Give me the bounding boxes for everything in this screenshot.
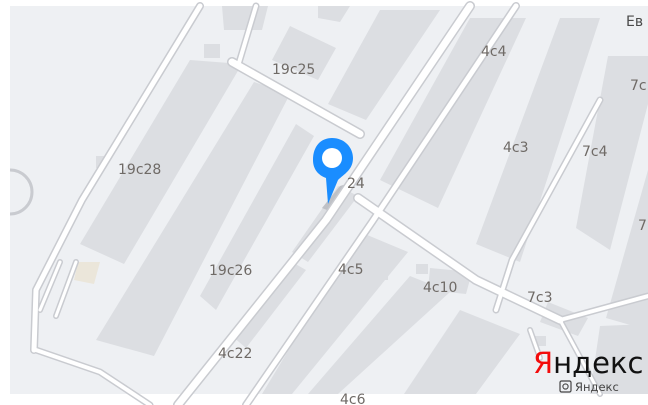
- label-4c4: 4с4: [481, 44, 507, 60]
- label-7c3: 7с3: [527, 290, 553, 306]
- label-19c28: 19с28: [118, 162, 161, 178]
- label-19c26: 19с26: [209, 263, 252, 279]
- label-24: 24: [347, 176, 365, 192]
- copyright-text: Яндекс: [575, 380, 619, 394]
- label-7c4: 7с4: [582, 144, 608, 160]
- label-4c22: 4с22: [218, 346, 252, 362]
- label-4c5: 4с5: [338, 262, 364, 278]
- label-edge-7c: 7с: [630, 78, 647, 94]
- label-19c25: 19с25: [272, 62, 315, 78]
- logo-text: ндекс: [553, 346, 643, 380]
- svg-text:Яндекс: Яндекс: [533, 346, 643, 380]
- label-edge-7: 7: [638, 218, 647, 234]
- building-small: [416, 264, 428, 274]
- map-frame-top: [0, 0, 648, 6]
- building-small: [204, 44, 220, 58]
- map-viewport[interactable]: 19с25 19с28 19с26 4с4 4с3 7с4 24 4с5 4с1…: [0, 0, 648, 405]
- map-canvas[interactable]: 19с25 19с28 19с26 4с4 4с3 7с4 24 4с5 4с1…: [0, 0, 648, 405]
- label-4c6: 4с6: [340, 392, 366, 405]
- map-frame-left: [0, 0, 10, 405]
- building-small: [374, 268, 388, 280]
- building: [222, 6, 268, 30]
- label-street-edge: Ев: [626, 14, 643, 30]
- label-4c3: 4с3: [503, 140, 529, 156]
- label-4c10: 4с10: [423, 280, 457, 296]
- yandex-logo[interactable]: Яндекс: [533, 346, 643, 380]
- logo-letter: Я: [533, 346, 553, 380]
- map-frame-bottom: [0, 394, 648, 405]
